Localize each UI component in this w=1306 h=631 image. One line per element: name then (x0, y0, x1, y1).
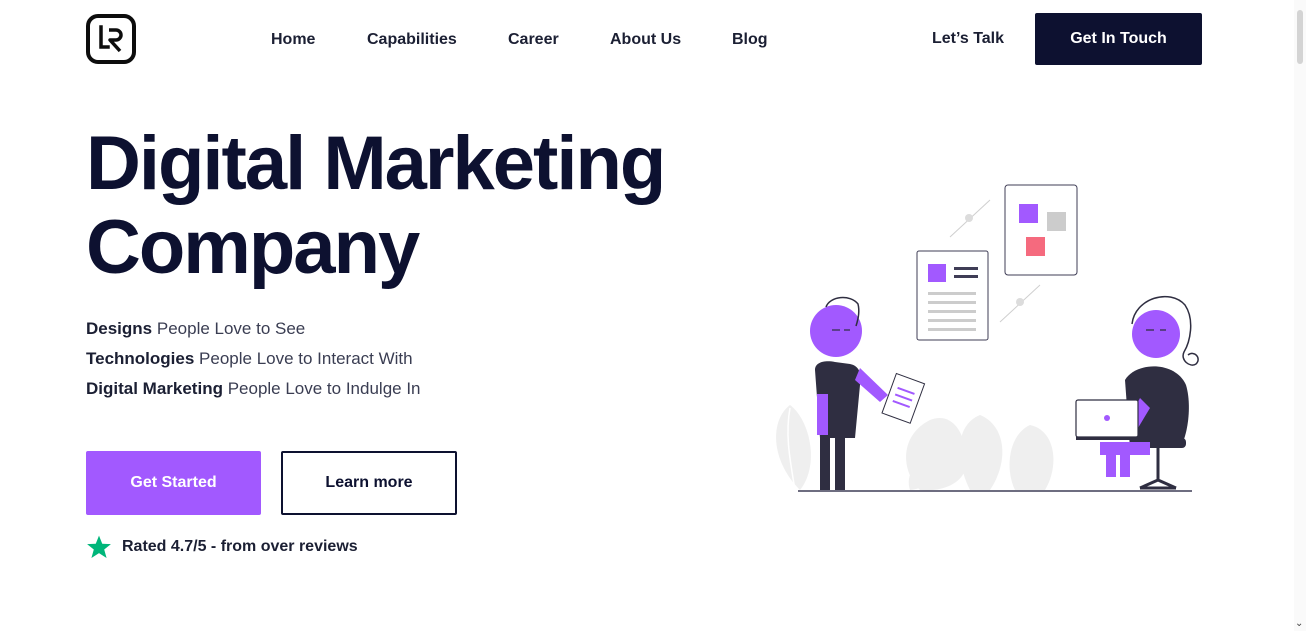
tagline-bold: Technologies (86, 349, 195, 368)
board-card (1004, 184, 1078, 276)
nav-capabilities[interactable]: Capabilities (367, 31, 457, 49)
plant-middle (906, 415, 1054, 491)
site-header: Home Capabilities Career About Us Blog L… (0, 0, 1306, 80)
nav-home[interactable]: Home (271, 31, 315, 49)
hero-illustration (776, 184, 1199, 492)
nav-career[interactable]: Career (508, 31, 559, 49)
scrollbar-thumb[interactable] (1297, 10, 1303, 64)
star-icon (87, 535, 111, 559)
chevron-down-icon[interactable]: ⌄ (1295, 618, 1303, 629)
person-right (1075, 295, 1199, 490)
tagline-digital-marketing: Digital Marketing People Love to Indulge… (86, 374, 421, 404)
lets-talk-link[interactable]: Let’s Talk (932, 30, 1004, 48)
tagline-bold: Designs (86, 319, 153, 338)
plant-left (776, 405, 811, 491)
hero-title-line1: Digital Marketing (86, 121, 666, 206)
hero-taglines: Designs People Love to See Technologies … (86, 314, 421, 404)
tagline-designs: Designs People Love to See (86, 314, 421, 344)
logo[interactable] (86, 14, 136, 64)
nav-blog[interactable]: Blog (732, 31, 768, 49)
document-card (916, 250, 989, 341)
scrollbar[interactable]: ⌄ (1294, 0, 1306, 631)
tagline-rest: People Love to Interact With (194, 349, 413, 368)
hero-title: Digital Marketing Company (86, 122, 786, 290)
tagline-technologies: Technologies People Love to Interact Wit… (86, 344, 421, 374)
learn-more-button[interactable]: Learn more (281, 451, 457, 515)
rating-text: Rated 4.7/5 - from over reviews (122, 538, 358, 555)
tagline-rest: People Love to See (152, 319, 306, 338)
logo-icon (99, 25, 123, 53)
hero-title-line2: Company (86, 205, 420, 290)
tagline-rest: People Love to Indulge In (222, 379, 421, 398)
rating: Rated 4.7/5 - from over reviews (86, 534, 358, 560)
nav-about-us[interactable]: About Us (610, 31, 681, 49)
get-in-touch-button[interactable]: Get In Touch (1035, 13, 1202, 65)
tagline-bold: Digital Marketing (86, 379, 223, 398)
get-started-button[interactable]: Get Started (86, 451, 261, 515)
